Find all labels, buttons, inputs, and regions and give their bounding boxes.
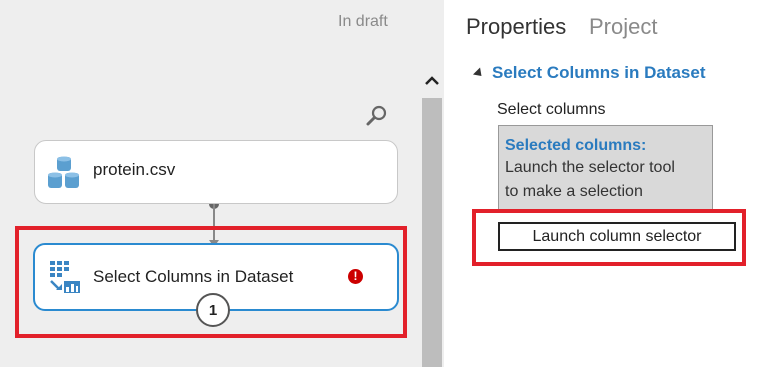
experiment-canvas[interactable]: In draft protein.csv Select Columns in D… bbox=[0, 0, 422, 367]
dataset-module[interactable]: protein.csv bbox=[34, 140, 398, 204]
dataset-cylinders-icon bbox=[47, 155, 81, 191]
module-label: protein.csv bbox=[93, 160, 176, 179]
highlight-box-button bbox=[472, 209, 746, 266]
section-header[interactable]: Select Columns in Dataset bbox=[472, 63, 706, 83]
tab-properties[interactable]: Properties bbox=[466, 14, 566, 40]
chevron-up-icon[interactable] bbox=[422, 68, 442, 92]
selected-columns-box: Selected columns: Launch the selector to… bbox=[498, 125, 713, 213]
select-columns-label: Select columns bbox=[497, 101, 606, 118]
section-title: Select Columns in Dataset bbox=[492, 63, 706, 82]
collapse-triangle-icon[interactable] bbox=[472, 66, 486, 80]
highlight-box-module bbox=[15, 226, 407, 338]
properties-panel: Properties Project Select Columns in Dat… bbox=[444, 0, 762, 367]
selected-columns-desc-2: to make a selection bbox=[505, 183, 643, 200]
selected-columns-desc-1: Launch the selector tool bbox=[505, 159, 675, 176]
selected-columns-title: Selected columns: bbox=[505, 137, 647, 154]
tab-project[interactable]: Project bbox=[589, 14, 657, 40]
canvas-scrollbar-thumb[interactable] bbox=[422, 98, 442, 367]
